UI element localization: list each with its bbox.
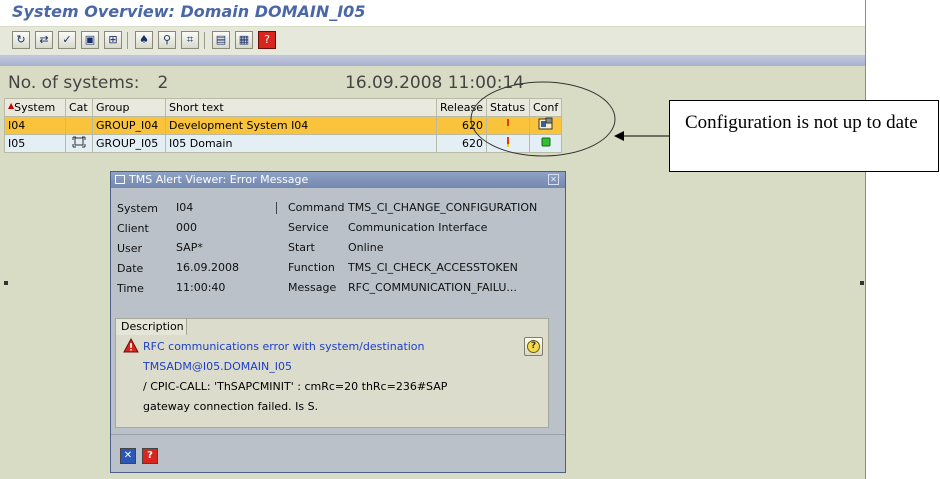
system-count-label: No. of systems: bbox=[8, 73, 140, 93]
value-function: TMS_CI_CHECK_ACCESSTOKEN bbox=[348, 261, 518, 274]
window-title: System Overview: Domain DOMAIN_I05 bbox=[12, 2, 366, 21]
label-function: Function bbox=[288, 261, 335, 274]
label-message: Message bbox=[288, 281, 337, 294]
value-user: SAP* bbox=[176, 241, 203, 254]
label-system: System bbox=[117, 202, 159, 215]
header-band bbox=[0, 56, 865, 66]
description-line: RFC communications error with system/des… bbox=[143, 340, 425, 353]
description-line: TMSADM@I05.DOMAIN_I05 bbox=[143, 360, 292, 373]
label-time: Time bbox=[117, 282, 144, 295]
tree-icon[interactable]: ⊞ bbox=[104, 31, 122, 49]
col-group[interactable]: Group bbox=[92, 98, 166, 117]
domain-controller-icon bbox=[72, 136, 86, 148]
col-system[interactable]: ▲System bbox=[4, 98, 66, 117]
cell-system[interactable]: I04 bbox=[4, 116, 66, 135]
resize-handle[interactable] bbox=[860, 281, 864, 285]
description-tab: Description bbox=[115, 318, 187, 335]
dialog-title: TMS Alert Viewer: Error Message bbox=[129, 173, 309, 186]
hierarchy-icon[interactable]: ⇄ bbox=[35, 31, 53, 49]
toolbar-separator bbox=[127, 32, 128, 49]
value-message: RFC_COMMUNICATION_FAILU... bbox=[348, 281, 517, 294]
help-icon[interactable]: ? bbox=[142, 448, 158, 464]
cell-short-text[interactable]: Development System I04 bbox=[165, 116, 437, 135]
resize-handle[interactable] bbox=[4, 281, 8, 285]
label-service: Service bbox=[288, 221, 329, 234]
close-icon[interactable]: ✕ bbox=[548, 174, 559, 185]
grid-icon[interactable]: ▦ bbox=[235, 31, 253, 49]
value-system: I04 bbox=[176, 201, 194, 214]
cell-cat[interactable] bbox=[65, 134, 93, 153]
help-icon[interactable]: ? bbox=[258, 31, 276, 49]
annotation-arrow bbox=[614, 131, 670, 141]
label-date: Date bbox=[117, 262, 144, 275]
person-icon[interactable]: ⚲ bbox=[158, 31, 176, 49]
value-service: Communication Interface bbox=[348, 221, 488, 234]
layout-icon[interactable]: ▤ bbox=[212, 31, 230, 49]
highlight-ellipse bbox=[470, 81, 616, 157]
sap-window: System Overview: Domain DOMAIN_I05 ↻ ⇄ ✓… bbox=[0, 0, 866, 479]
field-separator bbox=[276, 202, 277, 214]
check-icon[interactable]: ✓ bbox=[58, 31, 76, 49]
refresh-icon[interactable]: ↻ bbox=[12, 31, 30, 49]
window-icon bbox=[115, 175, 125, 184]
cell-group[interactable]: GROUP_I05 bbox=[92, 134, 166, 153]
value-date: 16.09.2008 bbox=[176, 261, 239, 274]
cell-group[interactable]: GROUP_I04 bbox=[92, 116, 166, 135]
system-count: No. of systems: 2 bbox=[8, 73, 168, 93]
cell-cat[interactable] bbox=[65, 116, 93, 135]
application-toolbar: ↻ ⇄ ✓ ▣ ⊞ ♠ ⚲ ⌗ ▤ ▦ ? bbox=[0, 27, 865, 56]
toolbar-separator bbox=[204, 32, 205, 49]
cell-short-text[interactable]: I05 Domain bbox=[165, 134, 437, 153]
col-cat[interactable]: Cat bbox=[65, 98, 93, 117]
system-count-value: 2 bbox=[157, 73, 169, 93]
label-user: User bbox=[117, 242, 143, 255]
lock-icon[interactable]: ▣ bbox=[81, 31, 99, 49]
description-line: / CPIC-CALL: 'ThSAPCMINIT' : cmRc=20 thR… bbox=[143, 380, 448, 393]
cancel-icon[interactable]: ✕ bbox=[120, 448, 136, 464]
dialog-footer-divider bbox=[111, 434, 565, 435]
value-time: 11:00:40 bbox=[176, 281, 226, 294]
title-bar: System Overview: Domain DOMAIN_I05 bbox=[0, 0, 865, 26]
screen-icon[interactable]: ⌗ bbox=[181, 31, 199, 49]
label-command: Command bbox=[288, 201, 345, 214]
col-short-text[interactable]: Short text bbox=[165, 98, 437, 117]
label-client: Client bbox=[117, 222, 149, 235]
annotation-callout: Configuration is not up to date bbox=[669, 100, 939, 172]
description-line: gateway connection failed. Is S. bbox=[143, 400, 319, 413]
value-client: 000 bbox=[176, 221, 197, 234]
hat-icon[interactable]: ♠ bbox=[135, 31, 153, 49]
alert-viewer-dialog: TMS Alert Viewer: Error Message ✕ System… bbox=[110, 171, 566, 473]
error-icon bbox=[123, 338, 139, 353]
cell-system[interactable]: I05 bbox=[4, 134, 66, 153]
label-start: Start bbox=[288, 241, 315, 254]
value-command: TMS_CI_CHANGE_CONFIGURATION bbox=[348, 201, 538, 214]
help-icon[interactable]: ? bbox=[524, 337, 543, 356]
dialog-title-bar[interactable]: TMS Alert Viewer: Error Message ✕ bbox=[111, 172, 565, 188]
value-start: Online bbox=[348, 241, 384, 254]
